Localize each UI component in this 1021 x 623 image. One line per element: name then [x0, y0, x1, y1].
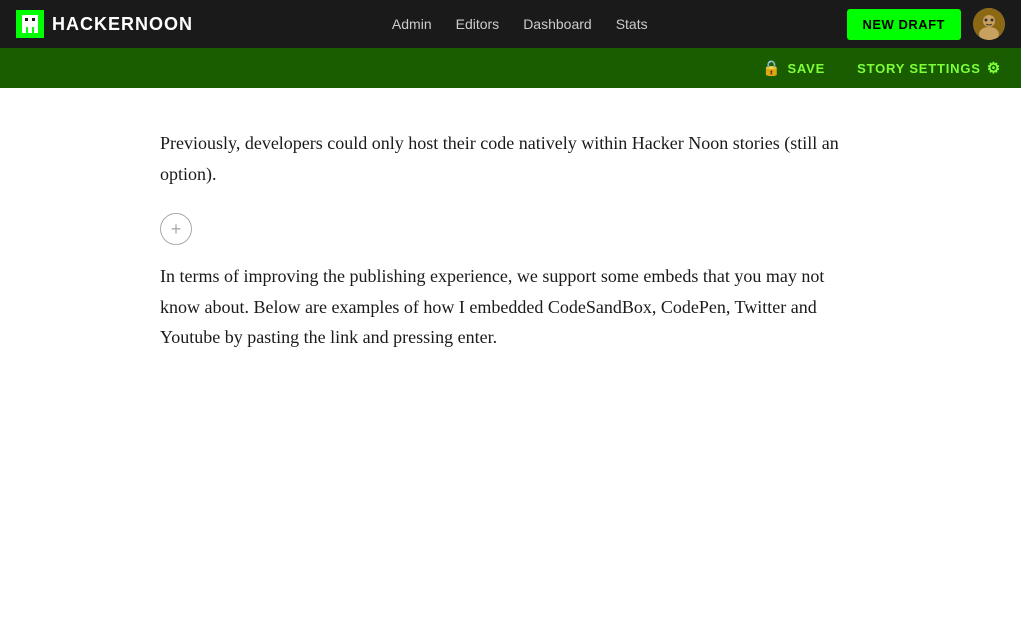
logo-text: HACKERNOON: [52, 14, 193, 35]
navbar: HACKERNOON Admin Editors Dashboard Stats…: [0, 0, 1021, 48]
add-block-button[interactable]: +: [160, 213, 192, 245]
content-block-1: Previously, developers could only host t…: [160, 128, 861, 189]
nav-dashboard[interactable]: Dashboard: [523, 16, 592, 32]
story-settings-label: STORY SETTINGS: [857, 61, 981, 76]
nav-editors[interactable]: Editors: [456, 16, 500, 32]
editor[interactable]: Previously, developers could only host t…: [0, 88, 1021, 623]
avatar[interactable]: [973, 8, 1005, 40]
secondary-toolbar: 🔒 SAVE STORY SETTINGS ⚙: [0, 48, 1021, 88]
settings-icon: ⚙: [987, 59, 1001, 77]
logo-icon: [16, 10, 44, 38]
nav-stats[interactable]: Stats: [616, 16, 648, 32]
save-label: SAVE: [787, 61, 825, 76]
navbar-right: NEW DRAFT: [847, 8, 1006, 40]
add-block-icon: +: [171, 219, 182, 240]
content-block-2: In terms of improving the publishing exp…: [160, 261, 861, 353]
save-icon: 🔒: [762, 59, 781, 77]
navbar-center: Admin Editors Dashboard Stats: [392, 16, 648, 32]
new-draft-button[interactable]: NEW DRAFT: [847, 9, 962, 40]
save-button[interactable]: 🔒 SAVE: [762, 59, 825, 77]
navbar-left: HACKERNOON: [16, 10, 193, 38]
nav-admin[interactable]: Admin: [392, 16, 432, 32]
paragraph-1[interactable]: Previously, developers could only host t…: [160, 128, 861, 189]
story-settings-button[interactable]: STORY SETTINGS ⚙: [857, 59, 1001, 77]
paragraph-2[interactable]: In terms of improving the publishing exp…: [160, 261, 861, 353]
